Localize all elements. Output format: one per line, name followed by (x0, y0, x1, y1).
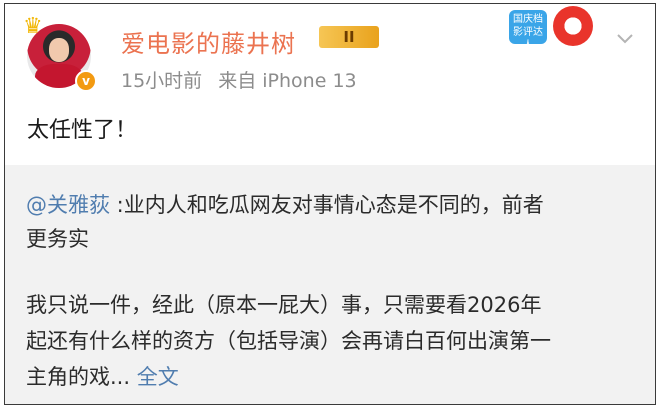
weibo-post-card: ♛ v 爱电影的藤井树 II 15小时前 来自 iPhone 13 国庆档影评达… (4, 3, 656, 405)
username[interactable]: 爱电影的藤井树 (121, 24, 296, 59)
level-badge[interactable]: II (319, 26, 379, 48)
repost-line-5: 主角的戏... 全文 (26, 359, 641, 395)
verified-badge: v (75, 70, 97, 92)
mascot-icon (553, 6, 593, 46)
crown-icon: ♛ (23, 14, 43, 39)
post-source: 来自 iPhone 13 (218, 70, 357, 92)
repost-line-2: 更务实 (26, 227, 89, 251)
repost-text-1: :业内人和吃瓜网友对事情心态是不同的，前者 (110, 193, 544, 217)
event-sticker[interactable]: 国庆档影评达人 (509, 6, 605, 51)
event-sticker-label: 国庆档影评达人 (509, 10, 547, 51)
repost-line-4: 起还有什么样的资方（包括导演）会再请白百何出演第一 (26, 329, 551, 353)
post-text: 太任性了！ (27, 118, 138, 143)
avatar-container[interactable]: ♛ v (23, 16, 103, 96)
level-badge-label: II (343, 28, 355, 46)
chevron-down-icon[interactable] (615, 28, 635, 48)
repost-line-1: @关雅荻 :业内人和吃瓜网友对事情心态是不同的，前者 (26, 187, 641, 223)
repost-block[interactable]: @关雅荻 :业内人和吃瓜网友对事情心态是不同的，前者 更务实 我只说一件，经此（… (5, 165, 655, 404)
post-meta: 15小时前 来自 iPhone 13 (121, 66, 357, 93)
avatar-face (49, 38, 69, 62)
repost-text-5: 主角的戏... (26, 365, 137, 389)
post-time[interactable]: 15小时前 (121, 70, 202, 92)
mention-link[interactable]: @关雅荻 (26, 193, 110, 217)
repost-line-3: 我只说一件，经此（原本一屁大）事，只需要看2026年 (26, 293, 542, 317)
full-text-link[interactable]: 全文 (137, 365, 179, 389)
